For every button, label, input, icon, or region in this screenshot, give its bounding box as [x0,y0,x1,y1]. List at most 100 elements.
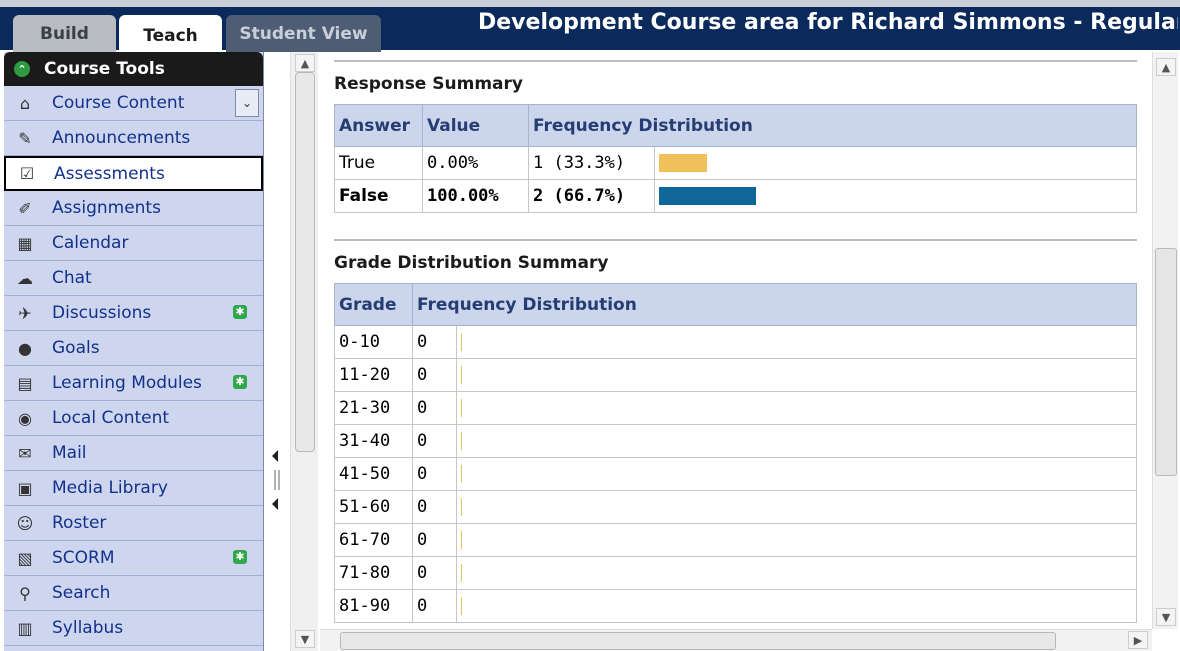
sidebar-item-label: Assignments [52,198,161,218]
frequency-bar [659,187,756,205]
scroll-down-arrow-icon[interactable]: ▼ [295,630,315,648]
expand-chevron-icon[interactable]: ⌄ [235,89,259,117]
cell-freq: 1 (33.3%) [528,146,655,180]
table-row: 11-20 0 [334,358,1137,392]
cell-bar [456,457,1137,491]
assessment-icon: ☑ [19,164,35,183]
sidebar-item-syllabus[interactable]: ▥ Syllabus [4,611,263,646]
sidebar-item-mail[interactable]: ✉ Mail [4,436,263,471]
sidebar-collapse-handle[interactable] [266,440,288,520]
sidebar-item-label: Chat [52,268,92,288]
table-row: 21-30 0 [334,391,1137,425]
cell-bar [456,424,1137,458]
course-tools-header[interactable]: ⌃ Course Tools [4,52,263,86]
media-icon: ▣ [17,478,33,498]
main-horizontal-scroll-thumb[interactable] [340,632,1056,650]
frequency-bar [461,399,462,417]
scroll-up-arrow-icon[interactable]: ▲ [295,54,315,72]
cell-grade: 71-80 [334,556,413,590]
frequency-bar [461,366,462,384]
sidebar-item-announcements[interactable]: ✎ Announcements [4,121,263,156]
main-horizontal-scrollbar[interactable]: ▶ [320,629,1152,651]
cell-value: 0.00% [422,146,529,180]
course-tools-sidebar: ⌃ Course Tools ⌂ Course Content ⌄ ✎ Announce… [4,52,264,651]
frequency-bar [461,465,462,483]
cell-bar [654,146,1137,180]
cell-count: 0 [412,325,457,359]
cell-bar [456,358,1137,392]
sidebar-item-media-library[interactable]: ▣ Media Library [4,471,263,506]
cell-count: 0 [412,391,457,425]
scroll-right-arrow-icon[interactable]: ▶ [1128,631,1148,649]
cell-count: 0 [412,358,457,392]
sidebar-item-assignments[interactable]: ✐ Assignments [4,191,263,226]
main-vertical-scrollbar[interactable]: ▲ ▼ [1152,52,1178,629]
sidebar-item-goals[interactable]: ● Goals [4,331,263,366]
col-header-frequency-distribution: Frequency Distribution [412,283,1137,326]
grade-distribution-table: Grade Frequency Distribution 0-10 0 11-20 0… [334,283,1137,623]
tab-build[interactable]: Build [13,15,116,52]
scroll-down-arrow-icon[interactable]: ▼ [1156,608,1176,626]
sidebar-item-scorm[interactable]: ▧ SCORM ✱ [4,541,263,576]
sidebar-item-label: Search [52,583,111,603]
cell-bar [654,179,1137,213]
collapse-up-icon[interactable]: ⌃ [14,61,30,77]
sidebar-item-learning-modules[interactable]: ▤ Learning Modules ✱ [4,366,263,401]
frequency-bar [461,333,462,351]
frequency-bar [659,154,707,172]
sidebar-item-label: Local Content [52,408,170,428]
table-row: 31-40 0 [334,424,1137,458]
sidebar-item-search[interactable]: ⚲ Search [4,576,263,611]
cell-count: 0 [412,556,457,590]
sidebar-item-label: Assessments [54,163,165,184]
module-icon: ▤ [17,373,33,393]
table-row: 0-10 0 [334,325,1137,359]
sidebar-item-assessments[interactable]: ☑ Assessments [4,156,263,191]
main-content: Response Summary Answer Value Frequency … [320,52,1152,629]
table-row: True 0.00% 1 (33.3%) [334,146,1137,180]
cell-bar [456,490,1137,524]
cell-freq: 2 (66.7%) [528,179,655,213]
cell-bar [456,523,1137,557]
col-header-frequency: Frequency Distribution [528,104,1137,147]
cell-bar [456,556,1137,590]
sidebar-item-label: Course Content [52,93,185,113]
tab-teach[interactable]: Teach [119,15,222,57]
people-icon: ☺ [16,513,34,533]
cell-grade: 81-90 [334,589,413,623]
sidebar-item-label: Media Library [52,478,168,498]
main-vertical-scroll-thumb[interactable] [1155,248,1177,476]
grade-distribution-title: Grade Distribution Summary [334,253,609,273]
megaphone-icon: ✎ [18,128,32,148]
sidebar-item-roster[interactable]: ☺ Roster [4,506,263,541]
search-icon: ⚲ [19,583,31,603]
cell-count: 0 [412,457,457,491]
cell-bar [456,391,1137,425]
sidebar-item-discussions[interactable]: ✈ Discussions ✱ [4,296,263,331]
cell-count: 0 [412,523,457,557]
frequency-bar [461,498,462,516]
sidebar-list: ⌂ Course Content ⌄ ✎ Announcements ☑ Assessmen… [4,86,263,646]
sidebar-item-label: Announcements [52,128,191,148]
sidebar-item-calendar[interactable]: ▦ Calendar [4,226,263,261]
sidebar-item-label: Learning Modules [52,373,202,393]
col-header-answer: Answer [334,104,423,147]
sidebar-item-label: Discussions [52,303,152,323]
sidebar-scroll-thumb[interactable] [295,72,315,452]
frequency-bar [461,432,462,450]
scroll-up-arrow-icon[interactable]: ▲ [1156,58,1176,76]
new-badge-icon: ✱ [233,305,247,319]
frequency-bar [461,564,462,582]
tab-student-view[interactable]: Student View [226,15,381,52]
cell-answer: False [334,179,423,213]
cell-bar [456,589,1137,623]
pencil-icon: ✐ [18,198,32,218]
sidebar-item-local-content[interactable]: ◉ Local Content [4,401,263,436]
top-bar: Build Teach Student View Development Cou… [0,0,1180,57]
disc-icon: ◉ [18,408,32,428]
sidebar-scrollbar[interactable]: ▲ ▼ [290,52,318,651]
sidebar-item-chat[interactable]: ☁ Chat [4,261,263,296]
sidebar-item-course-content[interactable]: ⌂ Course Content ⌄ [4,86,263,121]
calendar-icon: ▦ [17,233,33,253]
table-row: 61-70 0 [334,523,1137,557]
